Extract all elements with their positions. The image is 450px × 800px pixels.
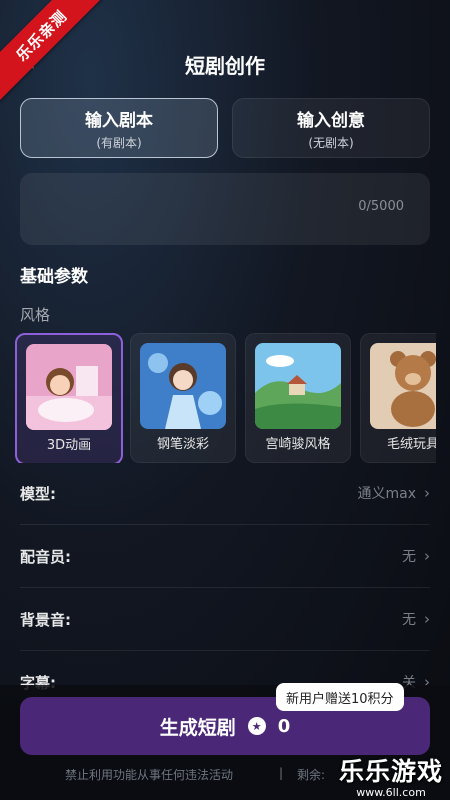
script-textarea[interactable]: 0/5000 <box>20 173 430 245</box>
settings-list: 模型: 通义max › 配音员: 无 › 背景音: 无 › 字幕: 关 › <box>20 462 430 714</box>
chevron-right-icon: › <box>424 547 430 565</box>
style-label: 风格 <box>20 306 51 324</box>
setting-value: 无 <box>402 549 416 565</box>
top-bar: ‹ 短剧创作 <box>0 42 450 86</box>
mode-selector: 输入剧本 (有剧本) 输入创意 (无剧本) <box>20 98 430 158</box>
page-title: 短剧创作 <box>185 53 265 78</box>
style-name: 宫崎骏风格 <box>265 437 331 452</box>
setting-label: 模型: <box>20 484 56 503</box>
style-thumbnail-pen <box>140 343 226 429</box>
mode-label: 输入剧本 <box>85 110 153 131</box>
footer-separator: | <box>279 766 284 780</box>
generate-cost: 0 <box>277 715 291 737</box>
setting-label: 背景音: <box>20 610 71 629</box>
setting-label: 配音员: <box>20 547 71 566</box>
style-card-pen-watercolor[interactable]: 钢笔淡彩 <box>130 333 236 463</box>
style-thumbnail-miyazaki <box>255 343 341 429</box>
remaining-points-label: 剩余: <box>297 768 326 782</box>
legal-notice: 禁止利用功能从事任何违法活动 <box>65 768 234 782</box>
style-name: 毛绒玩具 <box>386 437 436 452</box>
mode-script-button[interactable]: 输入剧本 (有剧本) <box>20 98 218 158</box>
watermark-text: 乐乐游戏 <box>338 757 443 786</box>
chevron-right-icon: › <box>424 484 430 502</box>
mode-sublabel: (有剧本) <box>96 135 142 150</box>
section-title-basic-params: 基础参数 <box>20 267 88 287</box>
style-name: 3D动画 <box>46 438 92 453</box>
points-coin-icon: ★ <box>247 717 266 735</box>
setting-value: 通义max <box>357 486 416 502</box>
new-user-promo-tooltip: 新用户赠送10积分 <box>276 683 404 711</box>
style-card-plush-toy[interactable]: 毛绒玩具 <box>360 333 436 463</box>
setting-row-model[interactable]: 模型: 通义max › <box>20 462 430 525</box>
site-watermark: 乐乐游戏 www.6ll.com <box>337 752 445 799</box>
style-thumbnail-plush <box>370 343 436 429</box>
generate-label: 生成短剧 <box>159 716 236 739</box>
style-carousel[interactable]: 3D动画 钢笔淡彩 宫崎骏风格 毛绒玩具 <box>15 333 436 463</box>
char-counter: 0/5000 <box>358 199 404 214</box>
style-card-3d-animation[interactable]: 3D动画 <box>15 333 123 463</box>
mode-label: 输入创意 <box>297 110 365 131</box>
style-thumbnail-3d <box>26 344 112 430</box>
mode-sublabel: (无剧本) <box>308 135 354 150</box>
style-card-miyazaki[interactable]: 宫崎骏风格 <box>245 333 351 463</box>
mode-idea-button[interactable]: 输入创意 (无剧本) <box>232 98 430 158</box>
style-name: 钢笔淡彩 <box>156 437 209 452</box>
setting-row-bgm[interactable]: 背景音: 无 › <box>20 588 430 651</box>
setting-row-voice[interactable]: 配音员: 无 › <box>20 525 430 588</box>
chevron-right-icon: › <box>424 610 430 628</box>
setting-value: 无 <box>402 612 416 628</box>
